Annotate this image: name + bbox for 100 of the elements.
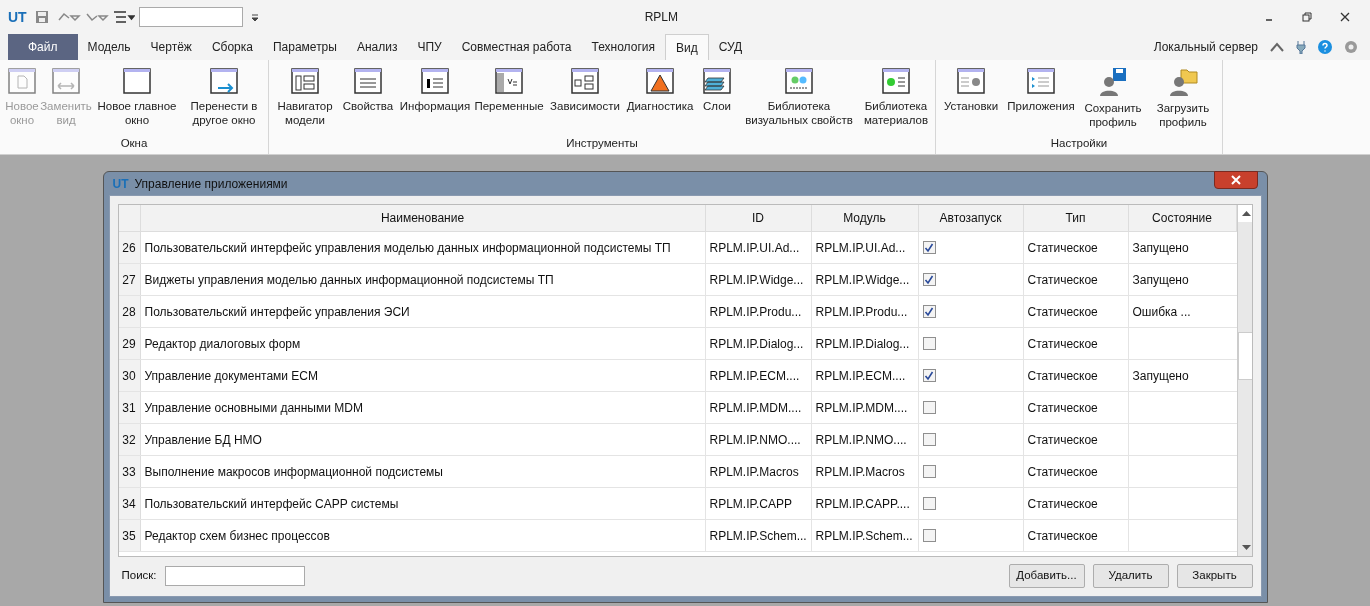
autostart-checkbox[interactable] <box>922 497 936 510</box>
save-icon[interactable] <box>34 10 49 24</box>
table-cell: RPLM.IP.CAPP.... <box>811 488 919 519</box>
undo-icon[interactable] <box>56 10 81 24</box>
server-label: Локальный сервер <box>1153 39 1258 56</box>
table-cell: Статическое <box>1023 424 1129 455</box>
table-cell: Статическое <box>1023 360 1129 391</box>
table-cell: Пользовательский интерфейс управления моделью данных информационной подсистемы ТП <box>140 232 706 263</box>
ribbon-tab[interactable]: Сборка <box>201 34 263 60</box>
table-cell: RPLM.IP.Dialog... <box>811 328 919 359</box>
close-icon[interactable] <box>1340 12 1350 22</box>
autostart-checkbox[interactable] <box>922 369 936 382</box>
app-logo: UT <box>8 7 27 27</box>
warning-icon <box>644 66 676 96</box>
table-cell-text: Ошибка ... <box>1131 303 1192 321</box>
dialog-button[interactable]: Добавить... <box>1008 564 1085 588</box>
table-cell: Статическое <box>1023 488 1129 519</box>
ribbon-button[interactable]: Библиотека визуальных свойств <box>739 66 859 136</box>
scroll-thumb[interactable] <box>1237 332 1252 380</box>
column-header[interactable]: Наименование <box>140 205 706 231</box>
ribbon-button[interactable]: Библиотека материалов <box>861 66 931 136</box>
column-header[interactable]: Состояние <box>1128 205 1237 231</box>
ribbon-button[interactable]: Сохранить профиль <box>1080 66 1146 136</box>
ribbon-button[interactable]: Свойства <box>339 66 397 136</box>
window-icon <box>121 66 153 96</box>
material-icon <box>880 66 912 96</box>
info-icon <box>419 66 451 96</box>
ribbon-group-label: Окна <box>120 136 148 151</box>
ribbon-button[interactable]: Слои <box>697 66 737 136</box>
gear-icon[interactable] <box>1344 40 1358 54</box>
ribbon-tab[interactable]: Вид <box>665 34 709 60</box>
ribbon-group-label: Настройки <box>1050 136 1108 151</box>
search-field[interactable] <box>164 566 305 586</box>
ribbon-tab[interactable]: Чертёж <box>140 34 202 60</box>
ribbon-button[interactable]: Новое главное окно <box>92 66 182 136</box>
ribbon-tab[interactable]: Файл <box>8 34 78 60</box>
close-button[interactable] <box>1213 170 1258 189</box>
restore-icon[interactable] <box>1302 12 1312 22</box>
table-cell: Виджеты управления моделью данных информационной подсистемы ТП <box>140 264 706 295</box>
ribbon-button[interactable]: Загрузить профиль <box>1148 66 1218 136</box>
table-cell: Статическое <box>1023 264 1129 295</box>
customize-caret-icon[interactable] <box>250 12 259 22</box>
table-cell: RPLM.IP.MDM.... <box>811 392 919 423</box>
ribbon-button[interactable]: Информация <box>399 66 471 136</box>
plug-icon[interactable] <box>1296 40 1306 54</box>
dialog-button[interactable]: Закрыть <box>1176 564 1253 588</box>
autostart-checkbox[interactable] <box>922 529 936 542</box>
ribbon-tab[interactable]: Анализ <box>346 34 408 60</box>
dialog-button[interactable]: Удалить <box>1092 564 1169 588</box>
list-dropdown-icon[interactable] <box>112 10 135 24</box>
column-header[interactable]: Модуль <box>811 205 919 231</box>
autostart-checkbox[interactable] <box>922 433 936 446</box>
ribbon-button[interactable]: Диагностика <box>625 66 695 136</box>
scroll-up-icon[interactable] <box>1237 205 1252 222</box>
row-number: 35 <box>118 520 141 551</box>
ribbon-button[interactable]: Навигатор модели <box>273 66 337 136</box>
table-cell: Пользовательский интерфейс CAPP системы <box>140 488 706 519</box>
column-header[interactable]: Тип <box>1023 205 1129 231</box>
chevron-up-icon[interactable] <box>1270 42 1284 52</box>
ribbon-tab[interactable]: Модель <box>77 34 141 60</box>
tree-panel-icon <box>289 66 321 96</box>
table-cell: Управление документами ECM <box>140 360 706 391</box>
spheres-icon <box>783 66 815 96</box>
table-cell: Управление БД НМО <box>140 424 706 455</box>
ribbon-tab[interactable]: Параметры <box>262 34 347 60</box>
autostart-checkbox[interactable] <box>922 273 936 286</box>
table-cell: RPLM.IP.ECM.... <box>705 360 812 391</box>
table-cell-text: Запущено <box>1131 271 1190 289</box>
table-cell: RPLM.IP.Macros <box>811 456 919 487</box>
autostart-checkbox[interactable] <box>922 465 936 478</box>
list-icon <box>352 66 384 96</box>
ribbon-button[interactable]: Зависимости <box>547 66 623 136</box>
row-number: 29 <box>118 328 141 359</box>
ribbon-button[interactable]: Приложения <box>1004 66 1078 136</box>
table-cell: Статическое <box>1023 232 1129 263</box>
column-header[interactable]: Автозапуск <box>918 205 1024 231</box>
column-header[interactable]: ID <box>705 205 812 231</box>
ribbon-button[interactable]: Установки <box>940 66 1002 136</box>
table-cell: RPLM.IP.Schem... <box>705 520 812 551</box>
table-cell: Статическое <box>1023 392 1129 423</box>
ribbon-tab[interactable]: Технология <box>581 34 665 60</box>
autostart-checkbox[interactable] <box>922 241 936 254</box>
table-cell: Статическое <box>1023 520 1129 551</box>
autostart-checkbox[interactable] <box>922 401 936 414</box>
ribbon-tab[interactable]: СУД <box>708 34 753 60</box>
table-cell: Выполнение макросов информационной подсистемы <box>140 456 706 487</box>
table-cell: RPLM.IP.UI.Ad... <box>811 232 919 263</box>
variables-icon <box>493 66 525 96</box>
autostart-checkbox[interactable] <box>922 305 936 318</box>
autostart-checkbox[interactable] <box>922 337 936 350</box>
table-cell: RPLM.IP.UI.Ad... <box>705 232 812 263</box>
diagram-icon <box>569 66 601 96</box>
ribbon-button[interactable]: Перенести в другое окно <box>184 66 264 136</box>
ribbon-tab[interactable]: ЧПУ <box>407 34 452 60</box>
ribbon-button[interactable]: Переменные <box>473 66 545 136</box>
quick-combo-field[interactable] <box>138 7 243 27</box>
help-icon[interactable] <box>1318 40 1332 54</box>
ribbon-tab[interactable]: Совместная работа <box>451 34 582 60</box>
table-cell: Редактор диалоговых форм <box>140 328 706 359</box>
vertical-scrollbar[interactable] <box>1236 205 1252 556</box>
